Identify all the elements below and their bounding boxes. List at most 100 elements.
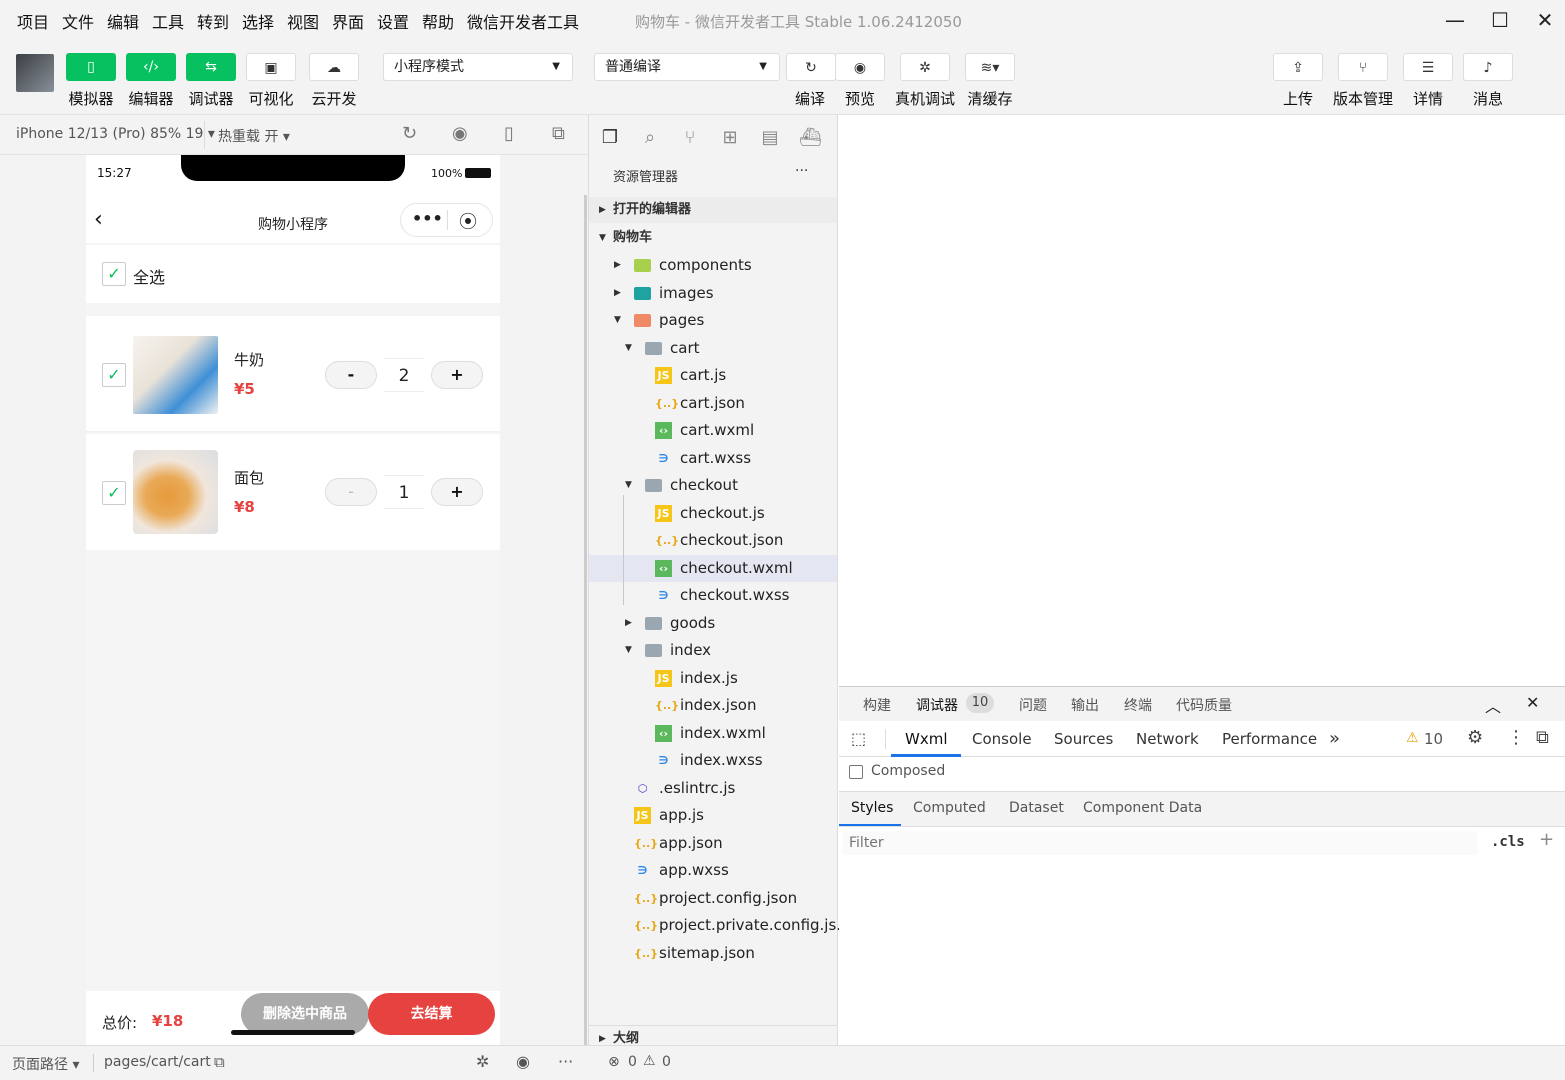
tab-code-quality[interactable]: 代码质量 [1176, 695, 1232, 715]
extensions-icon[interactable]: ⊞ [719, 127, 741, 149]
chevron-up-icon[interactable]: ︿ [1485, 693, 1501, 717]
add-style-rule-button[interactable]: + [1539, 829, 1554, 850]
tab-performance[interactable]: Performance [1222, 730, 1317, 748]
details-icon[interactable]: ☰ [1403, 53, 1453, 81]
simulator-toggle-icon[interactable]: ▯ [66, 53, 116, 81]
tree-item-pages[interactable]: ▼ pages [589, 307, 837, 334]
cloud-icon[interactable]: ☁ [309, 53, 359, 81]
menu-devtools[interactable]: 微信开发者工具 [467, 9, 579, 33]
select-all-checkbox[interactable]: ✓ [102, 262, 126, 286]
device-select[interactable]: iPhone 12/13 (Pro) 85% 19 ▾ [16, 126, 215, 142]
tab-build[interactable]: 构建 [863, 695, 891, 715]
menu-help[interactable]: 帮助 [422, 9, 454, 33]
close-panel-icon[interactable]: ✕ [1526, 693, 1539, 712]
layers-icon[interactable]: ≋▾ [965, 53, 1015, 81]
tree-item-index-json[interactable]: {..} index.json [589, 692, 837, 719]
tree-item-cart-wxml[interactable]: ‹› cart.wxml [589, 417, 837, 444]
menu-tools[interactable]: 工具 [152, 9, 184, 33]
tab-network[interactable]: Network [1136, 730, 1199, 748]
maximize-icon[interactable]: ☐ [1485, 6, 1515, 34]
error-icon[interactable]: ⊗ [608, 1054, 620, 1070]
chevron-down-icon[interactable]: ▼ [625, 637, 632, 664]
warning-icon[interactable]: ⚠ [643, 1053, 656, 1069]
tab-computed[interactable]: Computed [913, 800, 986, 816]
increase-button[interactable]: + [431, 361, 483, 389]
tree-item-sitemap-json[interactable]: {..} sitemap.json [589, 940, 837, 967]
close-icon[interactable]: ✕ [1530, 6, 1560, 34]
menu-view[interactable]: 视图 [287, 9, 319, 33]
chevron-down-icon[interactable]: ▼ [614, 307, 621, 334]
tree-item-project-private-config-js-[interactable]: {..} project.private.config.js... [589, 912, 851, 939]
styles-filter-input[interactable] [843, 831, 1477, 855]
tree-item-cart-wxss[interactable]: ∋ cart.wxss [589, 445, 837, 472]
menu-project[interactable]: 项目 [17, 9, 49, 33]
increase-button[interactable]: + [431, 478, 483, 506]
chevron-right-icon[interactable]: ▶ [614, 280, 621, 307]
files-icon[interactable]: ❐ [599, 127, 621, 149]
item-checkbox[interactable]: ✓ [102, 481, 126, 505]
tab-debugger[interactable]: 调试器 [916, 695, 958, 715]
compile-mode-select[interactable]: 普通编译 ▼ [594, 53, 780, 81]
hot-reload-select[interactable]: 热重载 开 ▾ [218, 126, 290, 146]
tree-item-app-js[interactable]: JS app.js [589, 802, 837, 829]
mode-select[interactable]: 小程序模式 ▼ [383, 53, 573, 81]
rotate-icon[interactable]: ↻ [402, 123, 417, 144]
tree-item-cart[interactable]: ▼ cart [589, 335, 837, 362]
chevron-right-icon[interactable]: ▶ [614, 252, 621, 279]
tree-item-app-json[interactable]: {..} app.json [589, 830, 837, 857]
tree-item-components[interactable]: ▶ components [589, 252, 837, 279]
project-section[interactable]: ▼ 购物车 [589, 225, 837, 251]
tab-dataset[interactable]: Dataset [1009, 800, 1064, 816]
page-path-select[interactable]: 页面路径 ▾ [12, 1054, 79, 1074]
stop-icon[interactable]: ◉ [452, 123, 468, 144]
cls-button[interactable]: .cls [1491, 834, 1525, 850]
tab-output[interactable]: 输出 [1071, 695, 1099, 715]
bug-icon[interactable]: ✲ [476, 1052, 489, 1071]
menu-goto[interactable]: 转到 [197, 9, 229, 33]
search-icon[interactable]: ⌕ [639, 127, 661, 149]
docker-icon[interactable]: ⛴ [799, 127, 822, 149]
visual-icon[interactable]: ▣ [246, 53, 296, 81]
checkout-button[interactable]: 去结算 [368, 993, 495, 1035]
menu-file[interactable]: 文件 [62, 9, 94, 33]
tree-item-checkout-json[interactable]: {..} checkout.json [589, 527, 837, 554]
item-checkbox[interactable]: ✓ [102, 363, 126, 387]
phone-icon[interactable]: ▯ [504, 123, 514, 144]
undock-icon[interactable]: ⧉ [1536, 727, 1549, 748]
tree-item-index-wxml[interactable]: ‹› index.wxml [589, 720, 837, 747]
tree-item-checkout-js[interactable]: JS checkout.js [589, 500, 837, 527]
minimize-icon[interactable]: — [1440, 6, 1470, 34]
decrease-button-disabled[interactable]: - [325, 478, 377, 506]
tab-wxml[interactable]: Wxml [905, 730, 948, 748]
explorer-more-icon[interactable]: ··· [795, 163, 808, 179]
more-icon[interactable]: ··· [558, 1052, 573, 1071]
bug-icon[interactable]: ✲ [900, 53, 950, 81]
chevron-right-icon[interactable]: ▶ [625, 610, 632, 637]
quantity-value[interactable]: 1 [384, 475, 424, 509]
chevron-down-icon[interactable]: ▼ [625, 335, 632, 362]
simulator-scrollbar[interactable] [584, 195, 587, 1045]
tree-item-goods[interactable]: ▶ goods [589, 610, 837, 637]
tree-item-index-wxss[interactable]: ∋ index.wxss [589, 747, 837, 774]
open-editors-section[interactable]: ▶ 打开的编辑器 [589, 197, 837, 223]
tab-component-data[interactable]: Component Data [1083, 800, 1202, 816]
copy-icon[interactable]: ⧉ [214, 1053, 225, 1071]
tree-item-checkout[interactable]: ▼ checkout [589, 472, 837, 499]
tab-styles[interactable]: Styles [851, 800, 893, 816]
tree-item-checkout-wxss[interactable]: ∋ checkout.wxss [589, 582, 837, 609]
delete-selected-button[interactable]: 删除选中商品 [241, 993, 369, 1035]
more-dots-icon[interactable]: ••• [412, 209, 443, 228]
tree-item-cart-json[interactable]: {..} cart.json [589, 390, 837, 417]
inspect-icon[interactable]: ⬚ [851, 729, 866, 748]
menu-settings[interactable]: 设置 [377, 9, 409, 33]
tree-item-checkout-wxml[interactable]: ‹› checkout.wxml [589, 554, 837, 582]
tab-terminal[interactable]: 终端 [1124, 695, 1152, 715]
tree-item-project-config-json[interactable]: {..} project.config.json [589, 885, 837, 912]
warning-count[interactable]: 10 [1424, 730, 1443, 748]
tab-problems[interactable]: 问题 [1019, 695, 1047, 715]
kebab-menu-icon[interactable]: ⋮ [1507, 727, 1525, 748]
menu-interface[interactable]: 界面 [332, 9, 364, 33]
tree-item-index[interactable]: ▼ index [589, 637, 837, 664]
close-target-icon[interactable]: ⦿ [459, 208, 477, 234]
editor-toggle-icon[interactable]: ‹/› [126, 53, 176, 81]
